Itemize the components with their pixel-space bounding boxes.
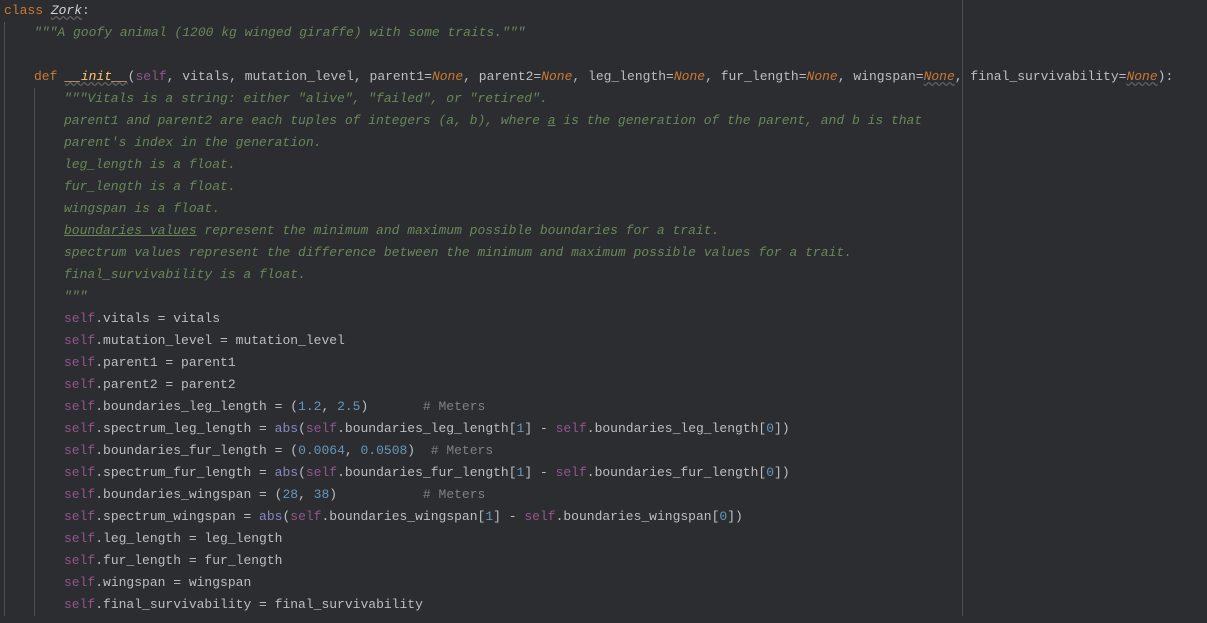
method-name: __init__ (65, 69, 127, 84)
code-line[interactable]: self.boundaries_fur_length = (0.0064, 0.… (4, 440, 1207, 462)
code-line[interactable]: """Vitals is a string: either "alive", "… (4, 88, 1207, 110)
code-line[interactable]: spectrum values represent the difference… (4, 242, 1207, 264)
class-docstring: """A goofy animal (1200 kg winged giraff… (34, 22, 525, 44)
right-margin-ruler (962, 0, 963, 616)
code-line[interactable]: self.mutation_level = mutation_level (4, 330, 1207, 352)
code-line[interactable]: fur_length is a float. (4, 176, 1207, 198)
code-line[interactable]: class Zork: (4, 0, 1207, 22)
code-line[interactable]: self.spectrum_leg_length = abs(self.boun… (4, 418, 1207, 440)
code-line[interactable]: self.parent1 = parent1 (4, 352, 1207, 374)
code-line[interactable]: self.vitals = vitals (4, 308, 1207, 330)
keyword-def: def (34, 69, 57, 84)
code-line[interactable]: self.spectrum_wingspan = abs(self.bounda… (4, 506, 1207, 528)
code-line[interactable]: wingspan is a float. (4, 198, 1207, 220)
code-line[interactable] (4, 44, 1207, 66)
class-name: Zork (51, 3, 82, 18)
code-line[interactable]: parent1 and parent2 are each tuples of i… (4, 110, 1207, 132)
code-line[interactable]: parent's index in the generation. (4, 132, 1207, 154)
param-self: self (135, 69, 166, 84)
code-line[interactable]: self.leg_length = leg_length (4, 528, 1207, 550)
code-line[interactable]: self.wingspan = wingspan (4, 572, 1207, 594)
code-line[interactable]: self.fur_length = fur_length (4, 550, 1207, 572)
code-line[interactable]: leg_length is a float. (4, 154, 1207, 176)
code-line[interactable]: def __init__(self, vitals, mutation_leve… (4, 66, 1207, 88)
colon: : (82, 3, 90, 18)
keyword-class: class (4, 3, 43, 18)
code-line[interactable]: final_survivability is a float. (4, 264, 1207, 286)
code-line[interactable]: self.boundaries_wingspan = (28, 38) # Me… (4, 484, 1207, 506)
code-line[interactable]: self.parent2 = parent2 (4, 374, 1207, 396)
code-line[interactable]: self.boundaries_leg_length = (1.2, 2.5) … (4, 396, 1207, 418)
code-line[interactable]: """A goofy animal (1200 kg winged giraff… (4, 22, 1207, 44)
code-line[interactable]: boundaries values represent the minimum … (4, 220, 1207, 242)
code-line[interactable]: """ (4, 286, 1207, 308)
code-editor[interactable]: class Zork: """A goofy animal (1200 kg w… (0, 0, 1207, 616)
code-line[interactable]: self.spectrum_fur_length = abs(self.boun… (4, 462, 1207, 484)
code-line[interactable]: self.final_survivability = final_surviva… (4, 594, 1207, 616)
